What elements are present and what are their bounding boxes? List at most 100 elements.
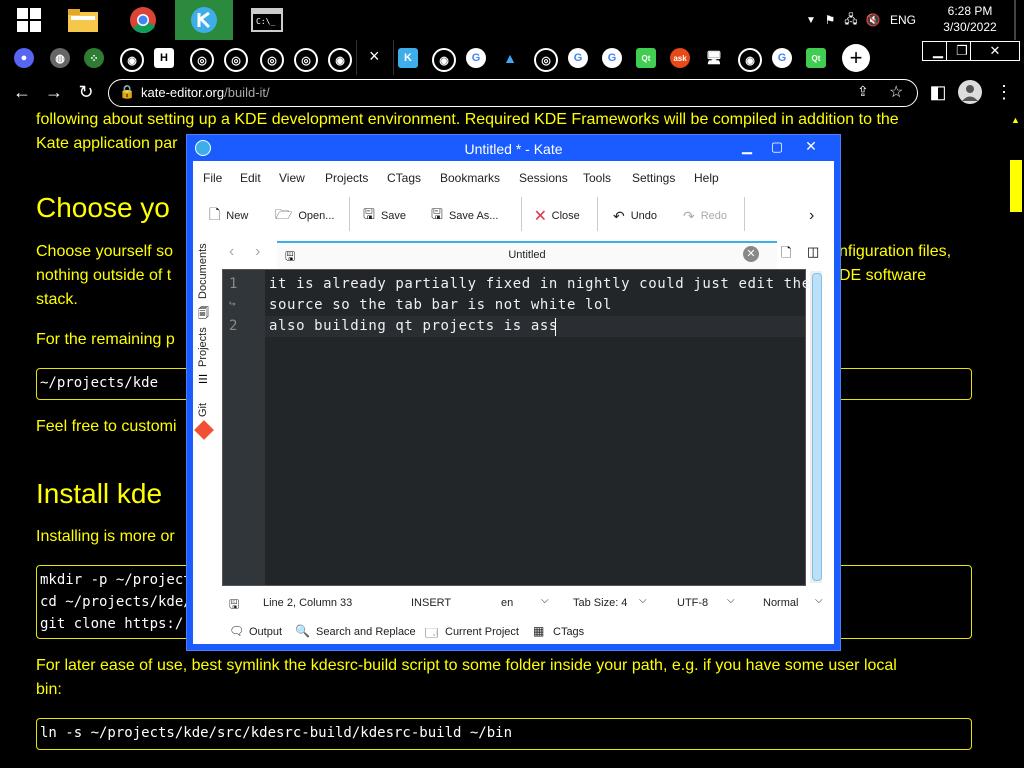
tab-monitor-icon[interactable]: 🖥 xyxy=(704,48,724,68)
browser-menu-button[interactable]: ⋮ xyxy=(992,80,1016,104)
taskbar-file-explorer[interactable] xyxy=(54,0,112,40)
split-view-icon[interactable]: ◫ xyxy=(807,244,819,260)
tab-qt-icon[interactable]: Qt xyxy=(636,48,656,68)
dictionary-select[interactable]: en xyxy=(501,597,513,609)
toolbar-open-button[interactable]: 🗁 Open... xyxy=(275,205,334,227)
network-icon[interactable]: 🖧 xyxy=(840,10,862,31)
menu-projects[interactable]: Projects xyxy=(325,171,368,185)
tab-chromium-icon[interactable]: ◎ xyxy=(224,48,248,72)
share-icon[interactable]: ⇪ xyxy=(857,83,869,100)
page-scroll-thumb[interactable] xyxy=(1010,160,1022,212)
menu-ctags[interactable]: CTags xyxy=(387,171,421,185)
syntax-mode-select[interactable]: Normal xyxy=(763,597,798,609)
tab-prev-button[interactable]: ‹ xyxy=(229,243,234,261)
show-desktop-button[interactable] xyxy=(1014,0,1016,40)
kebab-menu-icon: ⋮ xyxy=(995,81,1013,102)
scroll-up-icon[interactable]: ▲ xyxy=(1011,115,1020,125)
cursor-position[interactable]: Line 2, Column 33 xyxy=(263,597,352,609)
browser-close-button[interactable]: ✕ xyxy=(970,41,1020,61)
toolbar-redo-button[interactable]: ↷ Redo xyxy=(683,205,727,227)
tab-chromium-icon[interactable]: ◎ xyxy=(294,48,318,72)
address-bar[interactable]: 🔒 kate-editor.org/build-it/ ⇪ ☆ xyxy=(108,79,918,107)
menu-tools[interactable]: Tools xyxy=(583,171,611,185)
active-tab[interactable]: × xyxy=(356,40,394,75)
sidebar-git[interactable]: Git xyxy=(197,403,209,417)
menu-file[interactable]: File xyxy=(203,171,222,185)
tab-google-icon[interactable]: G xyxy=(772,48,792,68)
tab-hashnode-icon[interactable]: H xyxy=(154,48,174,68)
new-tab-button[interactable]: + xyxy=(842,44,870,72)
chevron-down-icon[interactable]: ⌵ xyxy=(727,595,735,606)
tab-close-icon[interactable]: × xyxy=(369,46,380,67)
toolview-output[interactable]: Output xyxy=(249,626,282,638)
menu-bookmarks[interactable]: Bookmarks xyxy=(440,171,500,185)
tab-chromium-icon[interactable]: ◎ xyxy=(190,48,214,72)
tab-grid-icon[interactable]: ⁘ xyxy=(84,48,104,68)
tab-discord-icon[interactable]: ● xyxy=(14,48,34,68)
menu-settings[interactable]: Settings xyxy=(632,171,675,185)
text-editor[interactable]: 1 ↪ 2 it is already partially fixed in n… xyxy=(222,269,810,586)
reload-button[interactable]: ↻ xyxy=(74,80,98,104)
line-number: 2 xyxy=(229,318,238,334)
taskbar-kate[interactable] xyxy=(175,0,233,40)
sidebar-documents[interactable]: Documents xyxy=(197,243,209,299)
toolbar-close-button[interactable]: 🗙 Close xyxy=(535,205,580,227)
menu-help[interactable]: Help xyxy=(694,171,719,185)
volume-muted-icon[interactable]: 🔇 xyxy=(862,13,884,27)
clock[interactable]: 6:28 PM 3/30/2022 xyxy=(940,3,1000,35)
chevron-down-icon[interactable]: ⌵ xyxy=(639,595,647,606)
tab-google-icon[interactable]: G xyxy=(568,48,588,68)
chevron-down-icon[interactable]: ⌵ xyxy=(815,595,823,606)
tab-google-icon[interactable]: G xyxy=(602,48,622,68)
tab-chromium-icon[interactable]: ◎ xyxy=(534,48,558,72)
profile-avatar[interactable] xyxy=(958,80,982,104)
tab-ask-icon[interactable]: ask xyxy=(670,48,690,68)
toolview-current-project[interactable]: Current Project xyxy=(445,626,519,638)
sidepanel-button[interactable]: ◧ xyxy=(926,80,950,104)
kate-minimize-button[interactable]: ▁ xyxy=(735,139,759,155)
menu-view[interactable]: View xyxy=(279,171,305,185)
bookmark-star-icon[interactable]: ☆ xyxy=(889,82,903,102)
document-tab-close-icon[interactable]: ✕ xyxy=(743,246,759,262)
menu-sessions[interactable]: Sessions xyxy=(519,171,568,185)
taskbar-terminal[interactable]: C:\_ xyxy=(238,0,296,40)
forward-button[interactable]: → xyxy=(42,80,66,104)
kate-maximize-button[interactable]: ▢ xyxy=(765,139,789,155)
tab-next-button[interactable]: › xyxy=(255,243,260,261)
toolview-search-replace[interactable]: Search and Replace xyxy=(316,626,416,638)
sidebar-projects[interactable]: Projects xyxy=(197,327,209,367)
toolbar-save-as-button[interactable]: 🖫 Save As... xyxy=(431,205,498,227)
encoding-select[interactable]: UTF-8 xyxy=(677,597,708,609)
tab-qt-icon[interactable]: Qt xyxy=(806,48,826,68)
kate-close-button[interactable]: ✕ xyxy=(799,138,823,154)
editor-scroll-thumb[interactable] xyxy=(812,273,822,581)
tab-arch-icon[interactable]: ▲ xyxy=(500,48,520,68)
url-domain: kate-editor.org xyxy=(141,85,225,100)
input-mode[interactable]: INSERT xyxy=(411,597,451,609)
tab-github-icon[interactable]: ◉ xyxy=(328,48,352,72)
back-button[interactable]: ← xyxy=(10,80,34,104)
toolview-ctags[interactable]: CTags xyxy=(553,626,584,638)
start-button[interactable] xyxy=(0,0,58,40)
kate-titlebar[interactable]: Untitled * - Kate ▁ ▢ ✕ xyxy=(187,135,840,161)
taskbar-chrome[interactable] xyxy=(114,0,172,40)
toolbar-undo-button[interactable]: ↶ Undo xyxy=(613,205,657,227)
tray-chevron-up-icon[interactable]: ▼ xyxy=(802,15,820,26)
tray-flag-icon[interactable]: ⚑ xyxy=(820,13,840,27)
tab-github-icon[interactable]: ◉ xyxy=(738,48,762,72)
tab-github-icon[interactable]: ◉ xyxy=(432,48,456,72)
tab-chromium-icon[interactable]: ◎ xyxy=(260,48,284,72)
tab-google-icon[interactable]: G xyxy=(466,48,486,68)
document-tab-untitled[interactable]: 🖫 Untitled ✕ xyxy=(277,241,777,269)
tab-github-icon[interactable]: ◉ xyxy=(120,48,144,72)
menu-edit[interactable]: Edit xyxy=(240,171,261,185)
toolbar-more-button[interactable]: › xyxy=(809,205,814,227)
tab-size-select[interactable]: Tab Size: 4 xyxy=(573,597,627,609)
tab-kde-icon[interactable]: K xyxy=(398,48,418,68)
language-indicator[interactable]: ENG xyxy=(890,13,916,27)
chevron-down-icon[interactable]: ⌵ xyxy=(541,595,549,606)
tab-globe-icon[interactable]: ◍ xyxy=(50,48,70,68)
toolbar-new-button[interactable]: 🗋 New xyxy=(209,205,248,227)
toolbar-save-button[interactable]: 🖫 Save xyxy=(363,205,406,227)
new-tab-document-icon[interactable]: 🗋 xyxy=(781,244,791,266)
